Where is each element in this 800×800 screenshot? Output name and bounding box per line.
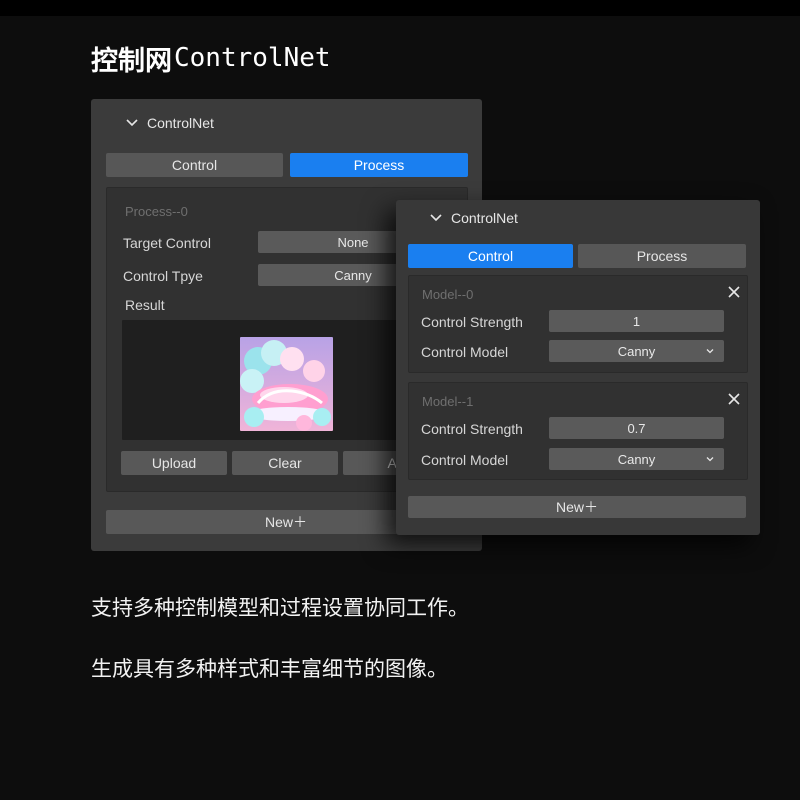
close-icon[interactable] <box>727 392 741 406</box>
caption-line-2: 生成具有多种样式和丰富细节的图像。 <box>91 657 448 681</box>
clear-button[interactable]: Clear <box>232 451 338 475</box>
select-value: Canny <box>617 343 656 359</box>
target-control-label: Target Control <box>123 235 211 251</box>
chevron-down-icon[interactable] <box>428 210 444 226</box>
control-model-label: Control Model <box>421 452 509 468</box>
section-title: Model--0 <box>422 287 474 302</box>
tab-process[interactable]: Process <box>290 153 468 177</box>
section-title: Process--0 <box>125 204 188 219</box>
caption-line-1: 支持多种控制模型和过程设置协同工作。 <box>91 596 469 620</box>
heading-english: ControlNet <box>174 43 331 73</box>
controlnet-panel-control: ControlNet Control Process Model--0 Cont… <box>396 200 760 535</box>
control-strength-input[interactable]: 0.7 <box>549 417 724 439</box>
panel-title: ControlNet <box>451 210 518 226</box>
chevron-down-icon[interactable] <box>124 115 140 131</box>
result-label: Result <box>125 297 165 313</box>
model-section-0: Model--0 Control Strength 1 Control Mode… <box>408 275 748 373</box>
control-strength-input[interactable]: 1 <box>549 310 724 332</box>
panel-header[interactable]: ControlNet <box>124 115 214 131</box>
tab-control[interactable]: Control <box>106 153 283 177</box>
close-icon[interactable] <box>727 285 741 299</box>
heading-chinese: 控制网 <box>91 45 172 77</box>
select-value: Canny <box>617 451 656 467</box>
result-image[interactable] <box>240 337 333 431</box>
control-strength-label: Control Strength <box>421 421 523 437</box>
result-preview <box>122 320 422 440</box>
control-type-label: Control Tpye <box>123 268 203 284</box>
tab-process[interactable]: Process <box>578 244 746 268</box>
chevron-down-icon <box>706 457 714 462</box>
new-button[interactable]: New＋ <box>408 496 746 518</box>
page-heading: 控制网 ControlNet <box>91 40 331 77</box>
section-title: Model--1 <box>422 394 474 409</box>
control-strength-label: Control Strength <box>421 314 523 330</box>
panel-header[interactable]: ControlNet <box>428 210 518 226</box>
control-model-label: Control Model <box>421 344 509 360</box>
upload-button[interactable]: Upload <box>121 451 227 475</box>
control-model-select[interactable]: Canny <box>549 340 724 362</box>
top-bar <box>0 0 800 16</box>
panel-title: ControlNet <box>147 115 214 131</box>
model-section-1: Model--1 Control Strength 0.7 Control Mo… <box>408 382 748 480</box>
control-model-select[interactable]: Canny <box>549 448 724 470</box>
chevron-down-icon <box>706 349 714 354</box>
tab-control[interactable]: Control <box>408 244 573 268</box>
